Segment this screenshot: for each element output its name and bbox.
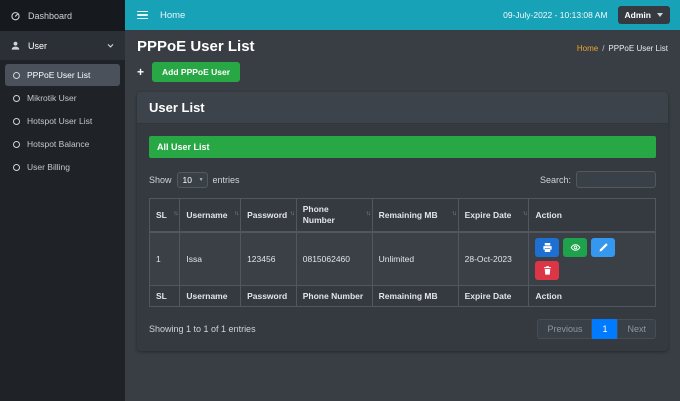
sidebar-item-label: Dashboard [28, 10, 73, 21]
footer-action: Action [528, 285, 656, 308]
footer-expire-date: Expire Date [457, 285, 530, 308]
nav-home-link[interactable]: Home [160, 10, 185, 21]
caret-down-icon [657, 13, 663, 17]
pagination-next[interactable]: Next [617, 319, 656, 340]
header-password[interactable]: Password [240, 198, 297, 234]
add-user-row: + Add PPPoE User [137, 62, 668, 82]
user-submenu: PPPoE User List Mikrotik User Hotspot Us… [0, 60, 125, 183]
footer-username: Username [179, 285, 242, 308]
admin-menu-button[interactable]: Admin [617, 6, 670, 24]
admin-label: Admin [624, 10, 651, 20]
breadcrumb-current: PPPoE User List [608, 44, 668, 53]
datetime-display: 09-July-2022 - 10:13:08 AM [503, 10, 608, 20]
sidebar-item-user-billing[interactable]: User Billing [5, 156, 120, 178]
card-body: All User List Show 10 entries [137, 124, 668, 352]
top-navbar: Home 09-July-2022 - 10:13:08 AM Admin [125, 0, 680, 30]
app-window: Dashboard User PPPoE User List Mikrotik … [0, 0, 680, 401]
edit-button[interactable] [591, 238, 616, 258]
cell-remaining-mb: Unlimited [371, 231, 459, 287]
card-title: User List [137, 92, 668, 124]
main-column: Home 09-July-2022 - 10:13:08 AM Admin PP… [125, 0, 680, 401]
page-title: PPPoE User List [137, 38, 255, 55]
entries-info: Showing 1 to 1 of 1 entries [149, 324, 256, 335]
page-length-select[interactable]: 10 [176, 171, 208, 188]
breadcrumb-separator: / [602, 44, 605, 53]
add-pppoe-user-button[interactable]: Add PPPoE User [152, 62, 241, 82]
table-footer-bar: Showing 1 to 1 of 1 entries Previous 1 N… [149, 319, 656, 340]
print-button[interactable] [535, 238, 560, 258]
entries-label: entries [212, 174, 240, 185]
footer-remaining-mb: Remaining MB [371, 285, 459, 308]
cell-expire-date: 28-Oct-2023 [457, 231, 530, 287]
footer-phone-number: Phone Number [295, 285, 373, 308]
page-length-select-wrap: 10 [176, 171, 208, 188]
cell-password: 123456 [240, 231, 297, 287]
header-expire-date[interactable]: Expire Date [457, 198, 530, 234]
circle-icon [13, 94, 20, 102]
page-content: PPPoE User List Home / PPPoE User List +… [125, 30, 680, 401]
search-control: Search: [540, 171, 656, 188]
dashboard-gauge-icon [10, 10, 21, 21]
printer-icon [542, 242, 553, 253]
page-length-control: Show 10 entries [149, 171, 240, 188]
user-icon [10, 40, 21, 51]
pencil-icon [598, 242, 609, 253]
sidebar-item-mikrotik-user[interactable]: Mikrotik User [5, 87, 120, 109]
pagination-page-1[interactable]: 1 [592, 319, 618, 340]
table-footer-row: SL Username Password Phone Number Remain… [148, 285, 656, 308]
plus-toggle-icon[interactable]: + [137, 66, 144, 78]
cell-sl: 1 [148, 231, 181, 287]
user-table: SL Username Password Phone Number Remain… [148, 198, 656, 308]
action-buttons [535, 238, 621, 281]
circle-icon [13, 117, 20, 125]
page-header: PPPoE User List Home / PPPoE User List [137, 38, 668, 55]
breadcrumb-home-link[interactable]: Home [577, 44, 598, 53]
eye-icon [570, 242, 581, 253]
sidebar-item-pppoe-user-list[interactable]: PPPoE User List [5, 64, 120, 86]
sidebar-item-hotspot-balance[interactable]: Hotspot Balance [5, 133, 120, 155]
sidebar-item-dashboard[interactable]: Dashboard [0, 0, 125, 31]
sidebar-subitem-label: Mikrotik User [27, 93, 77, 103]
circle-icon [13, 71, 20, 79]
trash-icon [542, 265, 553, 276]
header-action: Action [528, 198, 656, 234]
sidebar-subitem-label: Hotspot Balance [27, 139, 90, 149]
show-label: Show [149, 174, 172, 185]
sidebar-subitem-label: User Billing [27, 162, 70, 172]
pagination: Previous 1 Next [537, 319, 656, 340]
breadcrumb: Home / PPPoE User List [577, 44, 668, 53]
sidebar-subitem-label: PPPoE User List [27, 70, 91, 80]
view-button[interactable] [563, 238, 588, 258]
delete-button[interactable] [535, 261, 560, 281]
sidebar: Dashboard User PPPoE User List Mikrotik … [0, 0, 125, 401]
cell-action [528, 231, 656, 287]
all-user-list-banner: All User List [149, 136, 656, 158]
circle-icon [13, 140, 20, 148]
search-input[interactable] [576, 171, 656, 188]
chevron-down-icon [106, 41, 115, 50]
sidebar-item-hotspot-user-list[interactable]: Hotspot User List [5, 110, 120, 132]
header-phone-number[interactable]: Phone Number [295, 198, 373, 234]
sidebar-item-label: User [28, 40, 48, 51]
footer-password: Password [240, 285, 297, 308]
sidebar-item-user[interactable]: User [0, 31, 125, 60]
table-header-row: SL Username Password Phone Number Remain… [148, 198, 656, 234]
hamburger-menu-icon[interactable] [135, 9, 150, 22]
cell-username: Issa [179, 231, 242, 287]
sidebar-subitem-label: Hotspot User List [27, 116, 93, 126]
header-sl[interactable]: SL [148, 198, 181, 234]
header-username[interactable]: Username [179, 198, 242, 234]
cell-phone: 0815062460 [295, 231, 373, 287]
circle-icon [13, 163, 20, 171]
user-list-card: User List All User List Show 10 entries [137, 92, 668, 352]
search-label: Search: [539, 174, 571, 185]
table-row: 1 Issa 123456 0815062460 Unlimited 28-Oc… [148, 231, 656, 287]
footer-sl: SL [148, 285, 181, 308]
pagination-previous[interactable]: Previous [537, 319, 593, 340]
header-remaining-mb[interactable]: Remaining MB [371, 198, 459, 234]
table-controls: Show 10 entries Search: [149, 171, 656, 188]
